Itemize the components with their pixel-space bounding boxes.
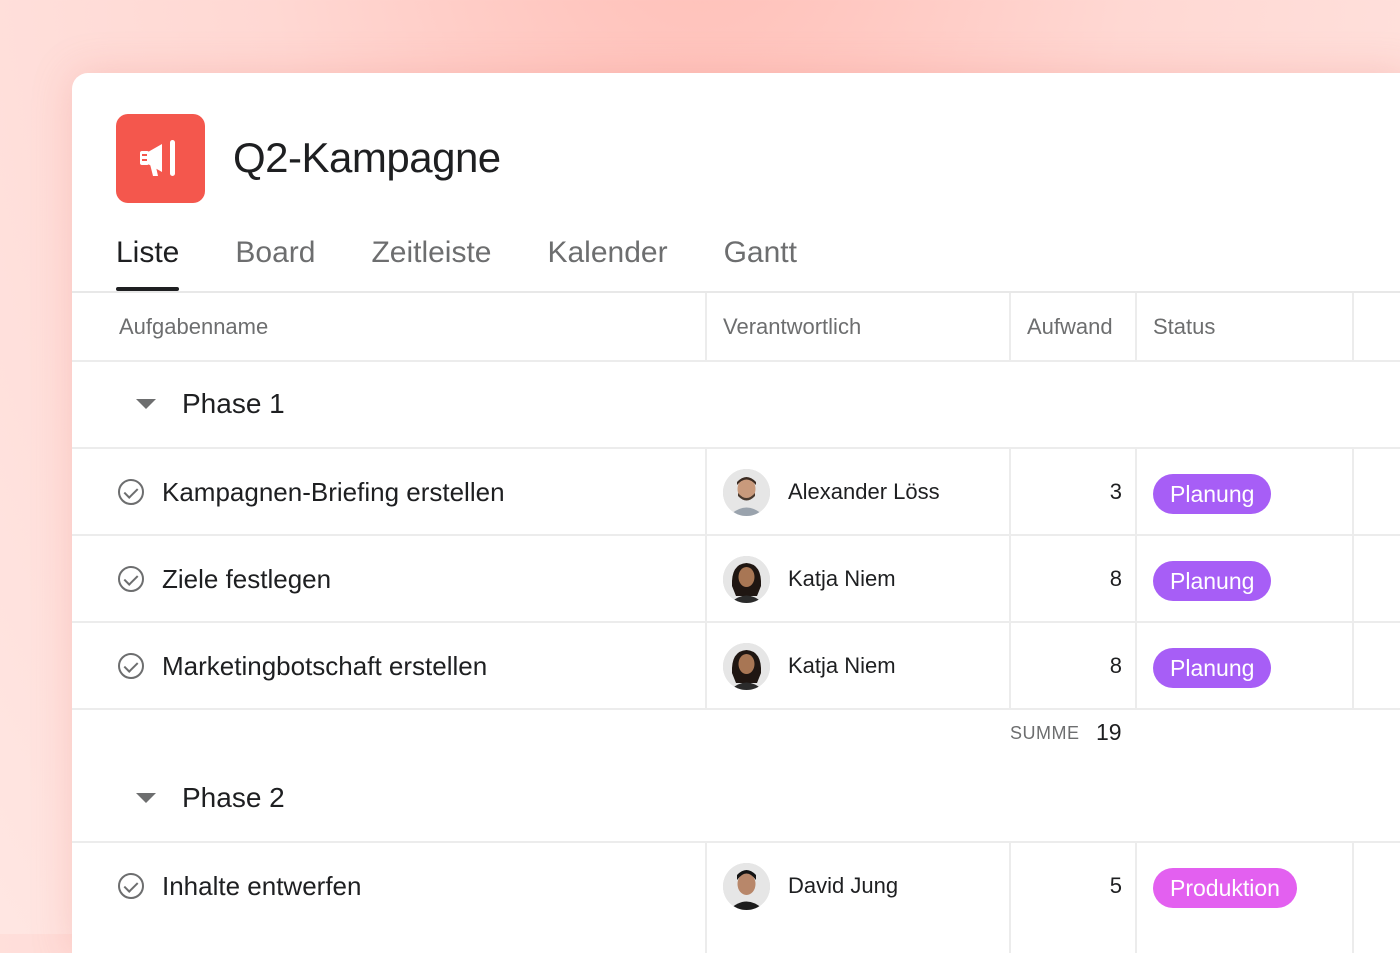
assignee-name[interactable]: David Jung xyxy=(788,843,898,929)
task-name[interactable]: Ziele festlegen xyxy=(162,536,331,622)
assignee-name[interactable]: Alexander Löss xyxy=(788,449,940,535)
tab-gantt[interactable]: Gantt xyxy=(724,233,797,291)
row-divider xyxy=(72,708,1400,710)
column-header-effort[interactable]: Aufwand xyxy=(1027,293,1113,361)
section-header: Phase 2 xyxy=(72,755,1400,841)
project-panel: Q2-Kampagne Liste Board Zeitleiste Kalen… xyxy=(72,73,1400,953)
column-divider xyxy=(1009,449,1011,709)
status-badge[interactable]: Planung xyxy=(1153,648,1272,688)
tab-liste[interactable]: Liste xyxy=(116,233,180,291)
assignee-name[interactable]: Katja Niem xyxy=(788,623,896,709)
tab-board[interactable]: Board xyxy=(235,233,315,291)
status-badge[interactable]: Planung xyxy=(1153,561,1272,601)
effort-value[interactable]: 8 xyxy=(1012,536,1122,622)
project-header: Q2-Kampagne xyxy=(116,113,501,203)
column-divider xyxy=(1009,293,1011,361)
task-name[interactable]: Marketingbotschaft erstellen xyxy=(162,623,487,709)
table-row[interactable]: Ziele festlegen Katja Niem 8 Planung xyxy=(72,536,1400,622)
column-divider xyxy=(705,293,707,361)
column-header-status[interactable]: Status xyxy=(1153,293,1215,361)
table-row[interactable]: Kampagnen-Briefing erstellen Alexander L… xyxy=(72,449,1400,535)
task-name[interactable]: Inhalte entwerfen xyxy=(162,843,361,929)
section-header: Phase 1 xyxy=(72,361,1400,447)
table-row[interactable]: Inhalte entwerfen David Jung 5 Produktio… xyxy=(72,843,1400,929)
tab-kalender[interactable]: Kalender xyxy=(547,233,667,291)
check-circle-icon[interactable] xyxy=(118,479,144,505)
avatar xyxy=(723,643,770,690)
column-divider xyxy=(1352,843,1354,953)
column-divider xyxy=(1135,843,1137,953)
section-title: Phase 2 xyxy=(182,782,285,813)
check-circle-icon[interactable] xyxy=(118,873,144,899)
column-divider xyxy=(705,843,707,953)
tab-zeitleiste[interactable]: Zeitleiste xyxy=(371,233,491,291)
caret-down-icon[interactable] xyxy=(136,399,156,409)
status-badge[interactable]: Planung xyxy=(1153,474,1272,514)
column-divider xyxy=(1135,449,1137,709)
effort-value[interactable]: 5 xyxy=(1012,843,1122,929)
check-circle-icon[interactable] xyxy=(118,653,144,679)
avatar xyxy=(723,469,770,516)
column-divider xyxy=(1352,293,1354,361)
avatar xyxy=(723,556,770,603)
assignee-name[interactable]: Katja Niem xyxy=(788,536,896,622)
column-divider xyxy=(1352,449,1354,709)
effort-value[interactable]: 8 xyxy=(1012,623,1122,709)
avatar xyxy=(723,863,770,910)
section-title: Phase 1 xyxy=(182,388,285,419)
column-header-assignee[interactable]: Verantwortlich xyxy=(723,293,861,361)
table-row[interactable]: Marketingbotschaft erstellen Katja Niem … xyxy=(72,623,1400,709)
sum-value: 19 xyxy=(1096,719,1122,745)
view-tabs: Liste Board Zeitleiste Kalender Gantt xyxy=(116,233,853,293)
column-divider xyxy=(1135,293,1137,361)
effort-value[interactable]: 3 xyxy=(1012,449,1122,535)
caret-down-icon[interactable] xyxy=(136,793,156,803)
task-name[interactable]: Kampagnen-Briefing erstellen xyxy=(162,449,505,535)
column-header-task[interactable]: Aufgabenname xyxy=(119,293,268,361)
check-circle-icon[interactable] xyxy=(118,566,144,592)
column-divider xyxy=(705,449,707,709)
sum-label: SUMME xyxy=(1010,723,1080,743)
column-divider xyxy=(1009,843,1011,953)
status-badge[interactable]: Produktion xyxy=(1153,868,1297,908)
megaphone-icon xyxy=(116,113,205,203)
project-title: Q2-Kampagne xyxy=(233,134,501,181)
